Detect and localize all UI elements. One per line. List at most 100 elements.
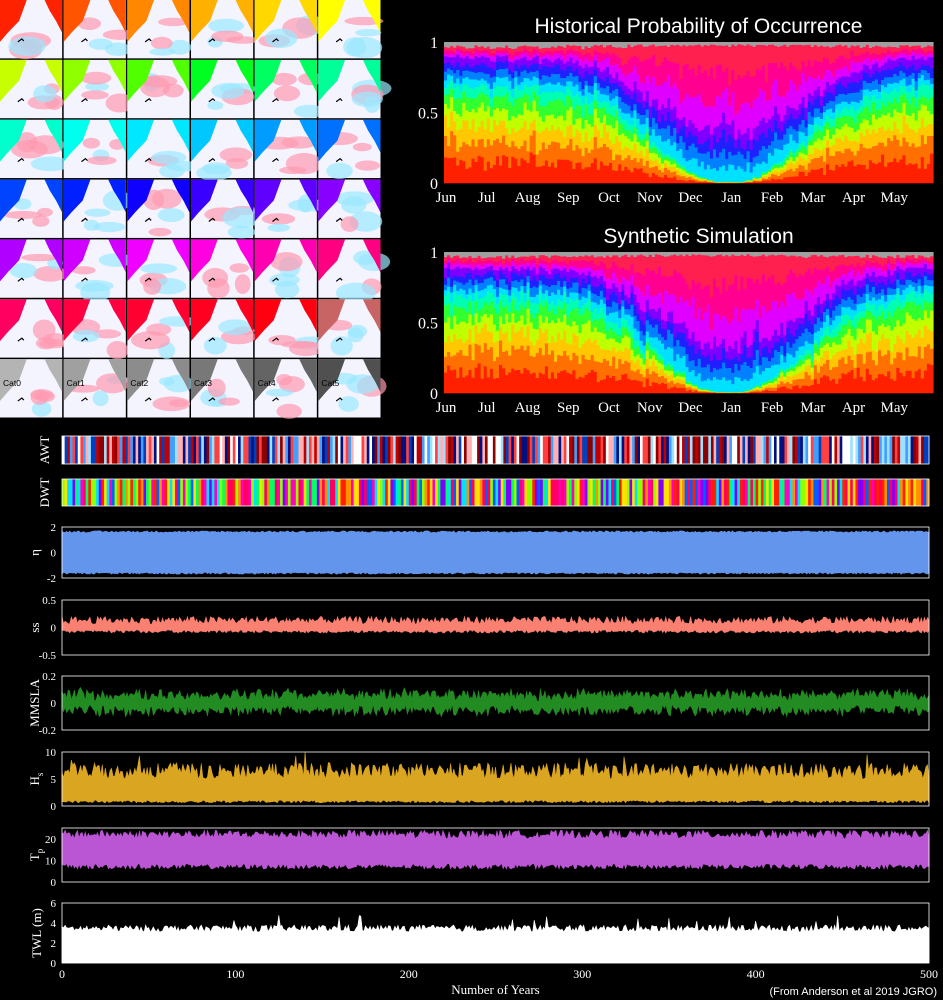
stripe-mark: [251, 436, 255, 464]
map-panel: Cat5: [318, 359, 387, 418]
stripe-mark: [269, 436, 273, 464]
map-panel: [318, 299, 381, 358]
series-panel: AWT: [37, 435, 930, 465]
map-panel: [254, 299, 329, 358]
map-panel: [0, 0, 63, 60]
map-panel: [63, 239, 134, 303]
stripe-mark: [209, 436, 213, 464]
stripe-mark: [256, 436, 260, 464]
stripe-mark: [122, 436, 126, 464]
anomaly-blob: [8, 36, 46, 56]
anomaly-blob: [148, 227, 172, 237]
anomaly-blob: [196, 165, 232, 181]
stripe-mark: [96, 436, 100, 464]
stripe-mark: [62, 436, 66, 464]
map-panel: [191, 239, 254, 299]
stripe-mark: [177, 436, 181, 464]
map-panel: [318, 239, 391, 304]
map-panel: [191, 299, 256, 358]
stripe-mark: [101, 436, 105, 464]
stripe-mark: [211, 436, 215, 464]
anomaly-blob: [334, 191, 375, 206]
anomaly-blob: [37, 207, 53, 217]
anomaly-blob: [218, 319, 253, 336]
stripe-mark: [230, 436, 234, 464]
x-tick-label: Sep: [557, 400, 580, 416]
y-tick-label: 0.5: [418, 316, 438, 333]
probability-band: [929, 261, 934, 265]
stripe-mark: [174, 436, 178, 464]
stripe-mark: [140, 436, 144, 464]
x-tick-label: Feb: [761, 190, 784, 206]
anomaly-blob: [152, 396, 191, 412]
probability-band: [929, 77, 934, 84]
stripe-mark: [272, 436, 276, 464]
anomaly-blob: [82, 137, 101, 149]
stripe-mark: [277, 436, 281, 464]
map-panel: Cat2: [127, 359, 194, 418]
x-tick-label: Nov: [637, 190, 663, 206]
stripe-mark: [261, 436, 265, 464]
stripe-mark: [130, 436, 134, 464]
anomaly-blob: [92, 390, 109, 407]
anomaly-blob: [72, 329, 100, 343]
stripe-mark: [311, 436, 315, 464]
chart-title: Synthetic Simulation: [603, 225, 793, 248]
stripe-mark: [240, 436, 244, 464]
x-tick-label: Aug: [515, 190, 541, 206]
x-tick-label: Dec: [678, 190, 702, 206]
map-panel: [0, 119, 71, 179]
map-panel: [0, 59, 64, 119]
stripe-mark: [314, 436, 318, 464]
stripe-mark: [169, 436, 173, 464]
anomaly-blob: [267, 223, 291, 232]
probability-band: [929, 310, 934, 332]
map-panel: Cat1: [63, 359, 129, 418]
stripe-mark: [138, 436, 142, 464]
probability-band: [929, 57, 934, 69]
probability-band: [929, 83, 934, 90]
anomaly-blob: [207, 100, 224, 110]
stripe-mark: [156, 436, 160, 464]
map-panel: [0, 239, 68, 298]
stripe-mark: [172, 436, 176, 464]
stripe-mark: [298, 436, 302, 464]
map-panel: [63, 179, 132, 238]
anomaly-blob: [152, 188, 182, 209]
x-tick-label: Jul: [478, 400, 496, 416]
stripe-mark: [109, 436, 113, 464]
stripe-mark: [143, 436, 147, 464]
map-panel: [127, 299, 198, 360]
stripe-mark: [227, 436, 231, 464]
probability-band: [929, 364, 934, 394]
stripe-mark: [69, 436, 73, 464]
anomaly-blob: [265, 388, 293, 397]
stripe-mark: [132, 436, 136, 464]
anomaly-blob: [261, 213, 296, 225]
anomaly-blob: [86, 156, 117, 165]
anomaly-blob: [104, 42, 131, 56]
anomaly-blob: [279, 166, 307, 175]
anomaly-blob: [140, 263, 178, 274]
time-series-stack: AWTDWT-202η-0.500.5ss-0.200.2MMSLA0510Hs…: [27, 435, 938, 997]
map-panel: [191, 59, 257, 119]
anomaly-blob: [234, 274, 251, 295]
stripe-mark: [146, 436, 150, 464]
map-panel: [63, 59, 135, 119]
anomaly-blob: [149, 48, 176, 56]
probability-band: [929, 50, 934, 55]
map-panel: [63, 119, 126, 179]
x-tick-label: Apr: [842, 190, 865, 206]
stripe-mark: [203, 436, 207, 464]
stripe-mark: [164, 436, 168, 464]
map-panel: [0, 299, 69, 358]
probability-band: [929, 45, 934, 52]
stripe-mark: [222, 436, 226, 464]
anomaly-blob: [203, 336, 227, 355]
stripe-mark: [111, 436, 115, 464]
x-tick-label: Apr: [842, 400, 865, 416]
map-panel: [191, 0, 260, 59]
stripe-mark: [245, 436, 249, 464]
historical-probability-chart: Historical Probability of Occurrence00.5…: [418, 15, 934, 206]
stripe-mark: [285, 436, 289, 464]
